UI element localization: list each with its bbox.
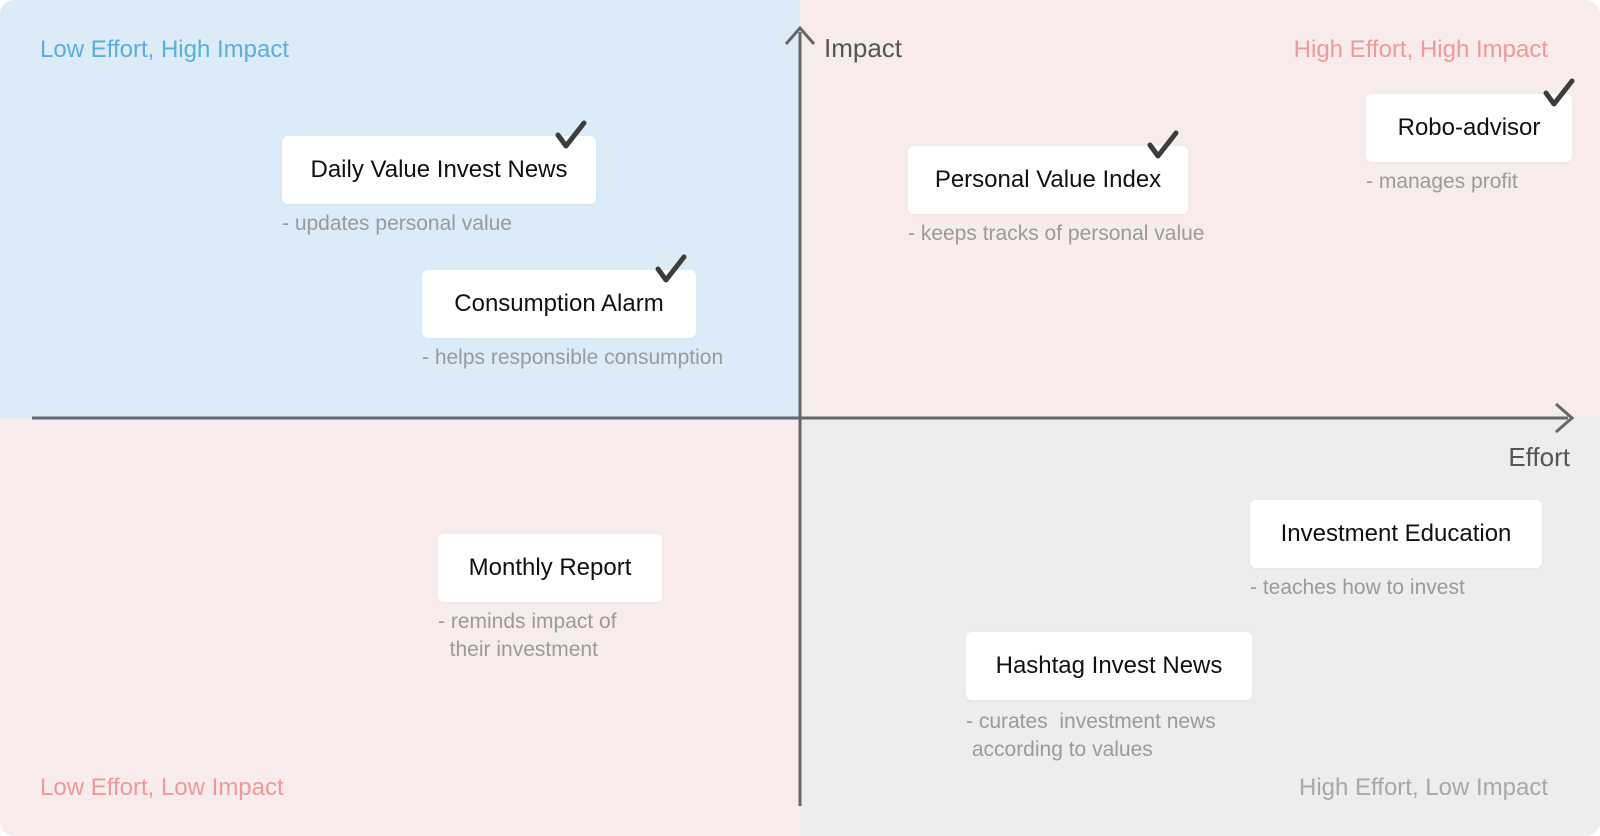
idea-description: - helps responsible consumption <box>422 346 724 369</box>
idea-card[interactable]: Hashtag Invest News <box>966 632 1252 700</box>
checkmark-icon <box>1147 130 1179 159</box>
idea-title: Daily Value Invest News <box>310 156 568 183</box>
checkmark-icon <box>1543 78 1575 107</box>
idea-description: - reminds impact of their investment <box>438 610 617 661</box>
idea-title: Investment Education <box>1280 520 1512 547</box>
idea-title: Robo-advisor <box>1397 114 1541 141</box>
idea-description: - manages profit <box>1366 170 1518 193</box>
impact-axis-label: Impact <box>824 33 903 63</box>
effort-axis-label: Effort <box>1508 442 1570 472</box>
idea-title: Consumption Alarm <box>454 290 664 317</box>
idea-description: - curates investment news according to v… <box>966 710 1216 761</box>
idea-description: - keeps tracks of personal value <box>908 222 1205 245</box>
idea-title: Monthly Report <box>468 554 632 581</box>
idea-card[interactable]: Robo-advisor <box>1366 78 1575 162</box>
checkmark-icon <box>555 120 587 149</box>
idea-card[interactable]: Investment Education <box>1250 500 1542 568</box>
checkmark-icon <box>655 254 687 283</box>
idea-title: Personal Value Index <box>934 166 1162 193</box>
idea-card[interactable]: Monthly Report <box>438 534 662 602</box>
idea-card[interactable]: Personal Value Index <box>908 130 1188 214</box>
axes <box>32 25 1575 806</box>
idea-card[interactable]: Daily Value Invest News <box>282 120 596 204</box>
idea-description: - teaches how to invest <box>1250 576 1465 599</box>
priority-matrix: Low Effort, High Impact High Effort, Hig… <box>0 0 1600 836</box>
idea-title: Hashtag Invest News <box>995 652 1223 679</box>
idea-card[interactable]: Consumption Alarm <box>422 254 696 338</box>
idea-description: - updates personal value <box>282 212 512 235</box>
